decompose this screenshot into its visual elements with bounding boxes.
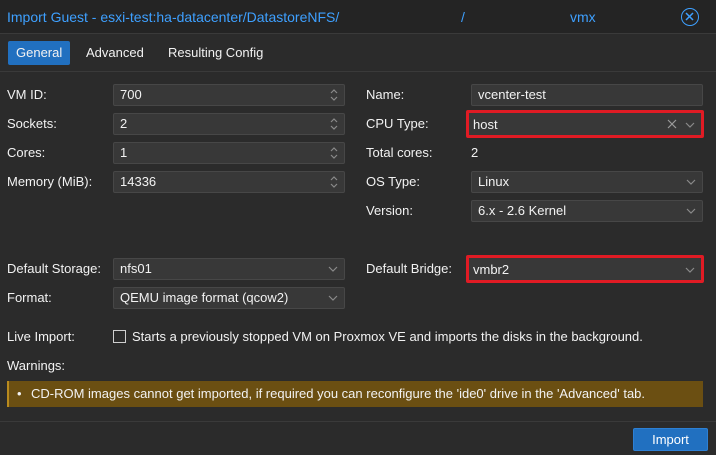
sockets-value: 2 <box>120 116 128 131</box>
live-import-checkbox[interactable] <box>113 330 126 343</box>
memory-label: Memory (MiB): <box>7 174 93 189</box>
default-storage-label: Default Storage: <box>7 261 101 276</box>
tab-advanced[interactable]: Advanced <box>78 41 152 65</box>
cpu-type-select[interactable]: host <box>466 110 704 138</box>
sockets-label: Sockets: <box>7 116 57 131</box>
format-select[interactable]: QEMU image format (qcow2) <box>113 287 345 309</box>
version-select[interactable]: 6.x - 2.6 Kernel <box>471 200 703 222</box>
default-bridge-label: Default Bridge: <box>366 261 452 276</box>
name-input[interactable]: vcenter-test <box>471 84 703 106</box>
warning-text: CD-ROM images cannot get imported, if re… <box>31 386 646 401</box>
tab-general[interactable]: General <box>8 41 71 65</box>
warning-box: • CD-ROM images cannot get imported, if … <box>7 381 703 407</box>
default-storage-select[interactable]: nfs01 <box>113 258 345 280</box>
window-title-end: vmx <box>570 9 596 25</box>
warnings-label: Warnings: <box>7 358 66 373</box>
vm-id-label: VM ID: <box>7 87 47 102</box>
memory-input[interactable]: 14336 <box>113 171 345 193</box>
spinner-icon[interactable] <box>329 145 339 161</box>
default-bridge-value: vmbr2 <box>473 262 510 277</box>
default-storage-value: nfs01 <box>120 261 152 276</box>
tab-resulting-config[interactable]: Resulting Config <box>160 41 271 65</box>
chevron-down-icon[interactable] <box>685 265 695 275</box>
warning-bullet: • <box>17 386 22 401</box>
os-type-select[interactable]: Linux <box>471 171 703 193</box>
os-type-value: Linux <box>478 174 510 189</box>
chevron-down-icon[interactable] <box>328 264 338 274</box>
chevron-down-icon[interactable] <box>685 120 695 130</box>
window-title-separator: / <box>461 9 465 25</box>
sockets-input[interactable]: 2 <box>113 113 345 135</box>
version-value: 6.x - 2.6 Kernel <box>478 203 567 218</box>
memory-value: 14336 <box>120 174 157 189</box>
name-value: vcenter-test <box>478 87 546 102</box>
window-titlebar: Import Guest - esxi-test:ha-datacenter/D… <box>0 0 716 34</box>
spinner-icon[interactable] <box>329 174 339 190</box>
live-import-description: Starts a previously stopped VM on Proxmo… <box>132 329 643 344</box>
import-button[interactable]: Import <box>633 428 708 451</box>
spinner-icon[interactable] <box>329 116 339 132</box>
window-title: Import Guest - esxi-test:ha-datacenter/D… <box>7 9 340 25</box>
cores-label: Cores: <box>7 145 46 160</box>
cpu-type-label: CPU Type: <box>366 116 429 131</box>
live-import-label: Live Import: <box>7 329 75 344</box>
format-label: Format: <box>7 290 52 305</box>
vm-id-value: 700 <box>120 87 142 102</box>
version-label: Version: <box>366 203 413 218</box>
chevron-down-icon[interactable] <box>328 293 338 303</box>
chevron-down-icon[interactable] <box>686 177 696 187</box>
vm-id-input[interactable]: 700 <box>113 84 345 106</box>
os-type-label: OS Type: <box>366 174 420 189</box>
tab-divider <box>0 71 716 72</box>
cpu-type-value: host <box>473 117 498 132</box>
cores-input[interactable]: 1 <box>113 142 345 164</box>
close-icon[interactable] <box>681 8 699 26</box>
clear-icon[interactable] <box>667 119 677 129</box>
total-cores-value: 2 <box>471 145 479 160</box>
format-value: QEMU image format (qcow2) <box>120 290 289 305</box>
spinner-icon[interactable] <box>329 87 339 103</box>
chevron-down-icon[interactable] <box>686 206 696 216</box>
cores-value: 1 <box>120 145 128 160</box>
default-bridge-select[interactable]: vmbr2 <box>466 255 704 283</box>
total-cores-label: Total cores: <box>366 145 433 160</box>
name-label: Name: <box>366 87 405 102</box>
footer-divider <box>0 421 716 422</box>
